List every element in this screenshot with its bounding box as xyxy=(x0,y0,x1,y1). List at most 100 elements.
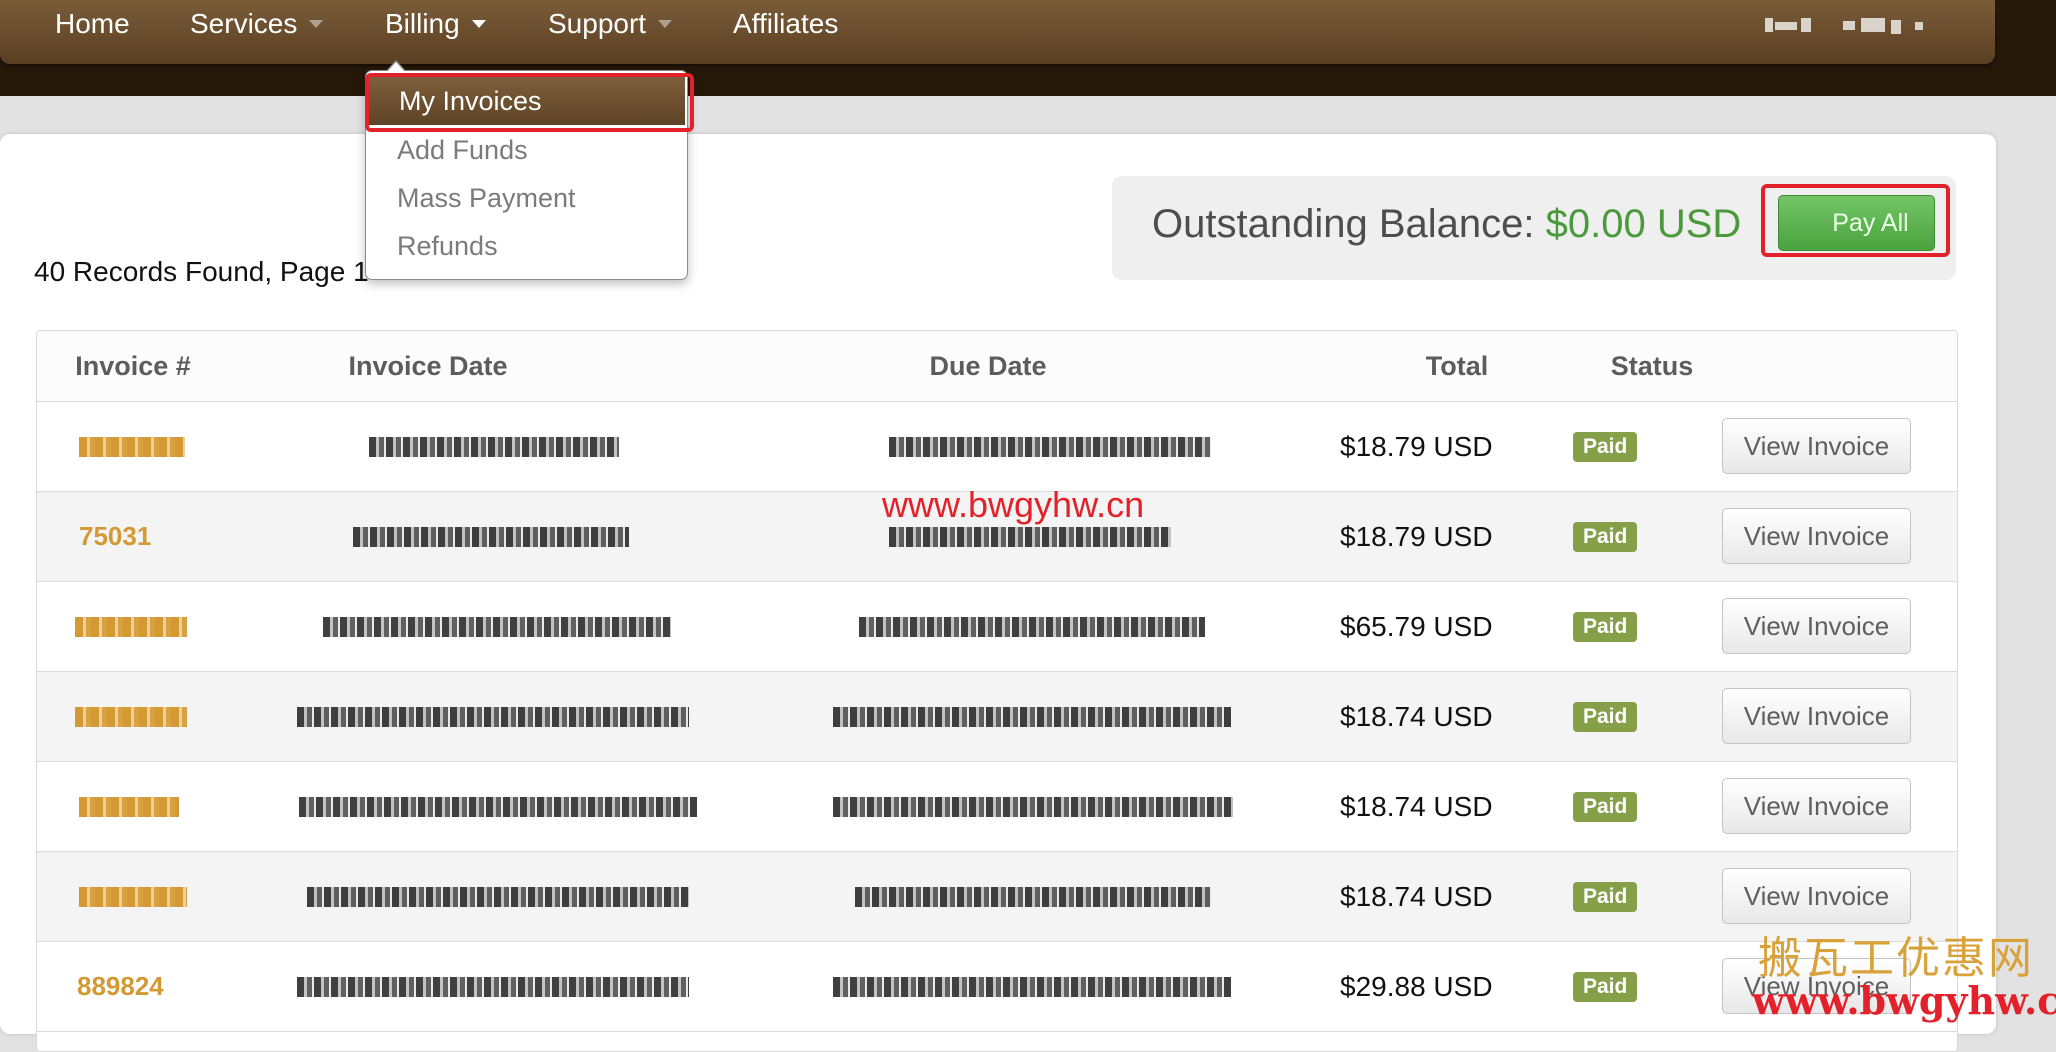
due-date xyxy=(855,852,1211,941)
status-badge: Paid xyxy=(1573,521,1638,552)
status-cell: Paid xyxy=(1573,942,1638,1031)
status-badge: Paid xyxy=(1573,431,1638,462)
invoice-date-redacted xyxy=(297,706,689,727)
invoice-number-link[interactable] xyxy=(79,402,185,491)
due-date-redacted xyxy=(833,976,1231,997)
watermark-corner-chinese: 搬瓦工优惠网 xyxy=(1758,933,2034,984)
nav-affiliates[interactable]: Affiliates xyxy=(733,6,838,42)
invoice-number-redacted xyxy=(79,886,187,907)
table-row: $18.79 USD Paid View Invoice xyxy=(37,402,1957,492)
invoice-total: $18.74 USD xyxy=(1340,701,1493,732)
invoice-number-link[interactable] xyxy=(75,582,187,671)
invoice-date-redacted xyxy=(297,976,689,997)
view-invoice-button[interactable]: View Invoice xyxy=(1722,598,1911,654)
nav-home-label: Home xyxy=(55,8,130,39)
invoice-date xyxy=(353,492,629,581)
menu-item-add-funds[interactable]: Add Funds xyxy=(366,126,687,174)
invoice-date-redacted xyxy=(307,886,689,907)
invoice-number-redacted xyxy=(75,616,187,637)
due-date-redacted xyxy=(855,886,1211,907)
header-status[interactable]: Status xyxy=(1532,331,1772,401)
user-account-menu[interactable] xyxy=(1765,14,1930,36)
status-cell: Paid xyxy=(1573,852,1638,941)
status-cell: Paid xyxy=(1573,492,1638,581)
invoice-date-redacted xyxy=(369,436,619,457)
table-row: $18.74 USD Paid View Invoice xyxy=(37,852,1957,942)
status-badge: Paid xyxy=(1573,791,1638,822)
invoice-number-link[interactable] xyxy=(79,852,187,941)
status-cell: Paid xyxy=(1573,672,1638,761)
invoice-date xyxy=(323,582,671,671)
view-invoice-button[interactable]: View Invoice xyxy=(1722,778,1911,834)
invoice-date-redacted xyxy=(299,796,697,817)
status-badge: Paid xyxy=(1573,611,1638,642)
due-date-redacted xyxy=(859,616,1205,637)
invoice-total: $18.74 USD xyxy=(1340,791,1493,822)
invoice-number-link[interactable]: 75031 xyxy=(79,492,151,581)
status-badge: Paid xyxy=(1573,881,1638,912)
due-date xyxy=(833,762,1233,851)
chevron-down-icon xyxy=(471,19,486,28)
table-row: $18.74 USD Paid View Invoice xyxy=(37,672,1957,762)
status-badge: Paid xyxy=(1573,701,1638,732)
nav-billing-label: Billing xyxy=(385,8,460,39)
status-cell: Paid xyxy=(1573,762,1638,851)
status-badge: Paid xyxy=(1573,971,1638,1002)
due-date xyxy=(833,942,1231,1031)
pay-all-highlight xyxy=(1761,184,1950,257)
menu-item-mass-payment[interactable]: Mass Payment xyxy=(366,174,687,222)
view-invoice-button[interactable]: View Invoice xyxy=(1722,688,1911,744)
invoice-date-redacted xyxy=(353,526,629,547)
nav-services[interactable]: Services xyxy=(190,6,324,42)
invoice-total: $18.79 USD xyxy=(1340,521,1493,552)
due-date xyxy=(833,672,1231,761)
chevron-down-icon xyxy=(658,19,673,28)
view-invoice-button[interactable]: View Invoice xyxy=(1722,868,1911,924)
watermark-corner-url: www.bwgyhw.cn xyxy=(1752,978,2056,1023)
due-date-redacted xyxy=(833,706,1231,727)
invoice-number-link[interactable]: 889824 xyxy=(77,942,164,1031)
due-date-redacted xyxy=(889,436,1211,457)
invoice-number-link[interactable] xyxy=(79,762,179,851)
header-invoice-number[interactable]: Invoice # xyxy=(37,331,229,401)
due-date-redacted xyxy=(889,526,1171,547)
chevron-down-icon xyxy=(309,19,324,28)
invoice-total: $29.88 USD xyxy=(1340,971,1493,1002)
invoice-total: $18.79 USD xyxy=(1340,431,1493,462)
nav-billing[interactable]: Billing xyxy=(385,6,486,42)
nav-support[interactable]: Support xyxy=(548,6,673,42)
invoice-date xyxy=(297,672,689,761)
table-row: $65.79 USD Paid View Invoice xyxy=(37,582,1957,672)
balance-label-text: Outstanding Balance: xyxy=(1152,202,1535,246)
invoices-table: Invoice # Invoice Date Due Date Total St… xyxy=(36,330,1958,1052)
nav-services-label: Services xyxy=(190,8,298,39)
nav-home[interactable]: Home xyxy=(55,6,130,42)
invoice-number-redacted xyxy=(75,706,187,727)
menu-item-refunds[interactable]: Refunds xyxy=(366,222,687,270)
status-cell: Paid xyxy=(1573,402,1638,491)
due-date xyxy=(859,582,1205,671)
top-navbar: Home Services Billing Support Affiliates xyxy=(0,0,1995,64)
view-invoice-button[interactable]: View Invoice xyxy=(1722,418,1911,474)
invoice-number-redacted xyxy=(79,436,185,457)
due-date xyxy=(889,402,1211,491)
table-row: $18.74 USD Paid View Invoice xyxy=(37,762,1957,852)
header-due-date[interactable]: Due Date xyxy=(837,331,1139,401)
my-invoices-highlight xyxy=(365,73,694,132)
nav-support-label: Support xyxy=(548,8,647,39)
view-invoice-button[interactable]: View Invoice xyxy=(1722,508,1911,564)
table-header-row: Invoice # Invoice Date Due Date Total St… xyxy=(37,331,1957,402)
invoice-date-redacted xyxy=(323,616,671,637)
invoice-date xyxy=(299,762,697,851)
due-date-redacted xyxy=(833,796,1233,817)
nav-affiliates-label: Affiliates xyxy=(733,8,839,39)
invoice-date xyxy=(369,402,619,491)
invoice-number-redacted xyxy=(79,796,179,817)
header-invoice-date[interactable]: Invoice Date xyxy=(277,331,579,401)
invoice-date xyxy=(307,852,689,941)
invoice-date xyxy=(297,942,689,1031)
invoice-number-link[interactable] xyxy=(75,672,187,761)
status-cell: Paid xyxy=(1573,582,1638,671)
records-count: 40 Records Found, Page 1 xyxy=(34,256,369,287)
invoice-total: $65.79 USD xyxy=(1340,611,1493,642)
